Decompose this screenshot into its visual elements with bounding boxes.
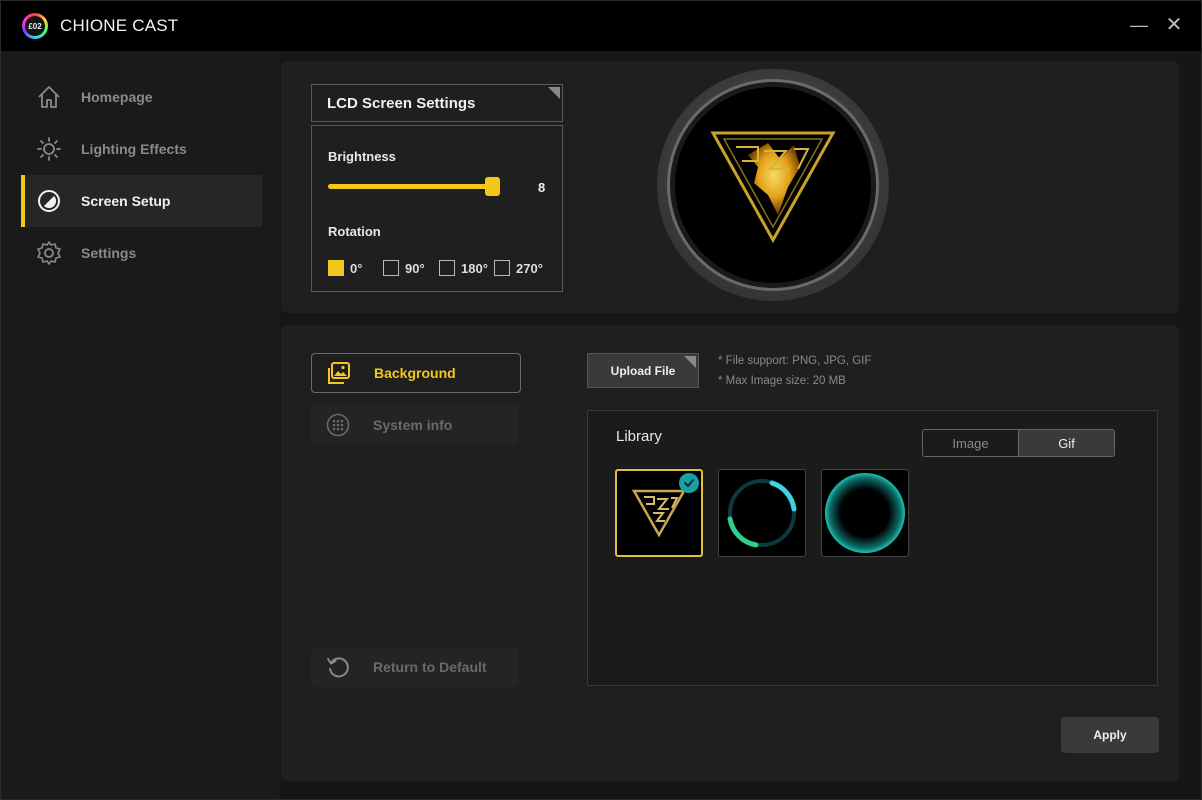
rotation-label: Rotation <box>328 224 381 239</box>
rotation-option-0[interactable]: 0° <box>328 260 362 276</box>
library-thumbnail[interactable] <box>718 469 806 557</box>
sidebar-item-label: Screen Setup <box>81 193 171 209</box>
brightness-slider-thumb[interactable] <box>485 177 501 196</box>
lcd-settings-panel: LCD Screen Settings Brightness 8 Rotatio… <box>281 61 1179 313</box>
lcd-preview-screen <box>675 87 871 283</box>
close-button[interactable]: ✕ <box>1162 13 1186 37</box>
corner-triangle-icon <box>548 87 560 99</box>
rotation-option-270[interactable]: 270° <box>494 260 543 276</box>
rotation-option-90[interactable]: 90° <box>383 260 425 276</box>
rotation-checkbox[interactable] <box>383 260 399 276</box>
app-logo-icon: £02 <box>22 13 48 39</box>
app-logo-text: £02 <box>25 16 45 36</box>
dots-grid-icon <box>325 412 351 438</box>
sidebar: Homepage Lighting Effects Screen Setup S… <box>1 51 279 799</box>
app-window: £02 CHIONE CAST — ✕ Homepage Lighting Ef… <box>0 0 1202 800</box>
sidebar-item-homepage[interactable]: Homepage <box>21 71 262 123</box>
library-panel: Library Image Gif <box>587 410 1158 686</box>
return-to-default-label: Return to Default <box>373 659 487 675</box>
selected-check-icon <box>679 473 699 493</box>
rotation-checkbox[interactable] <box>494 260 510 276</box>
max-size-note: * Max Image size: 20 MB <box>718 375 846 387</box>
system-info-button-label: System info <box>373 417 453 433</box>
library-thumbnail[interactable] <box>821 469 909 557</box>
sidebar-item-lighting-effects[interactable]: Lighting Effects <box>21 123 262 175</box>
minimize-button[interactable]: — <box>1127 13 1151 37</box>
gear-icon <box>35 239 63 267</box>
sidebar-item-label: Lighting Effects <box>81 141 187 157</box>
image-gallery-icon <box>326 360 352 386</box>
triangle-logo-icon <box>710 131 836 244</box>
rotation-option-label: 180° <box>461 260 488 276</box>
rotation-option-label: 90° <box>405 260 425 276</box>
upload-file-label: Upload File <box>610 363 676 378</box>
rotation-checkbox[interactable] <box>328 260 344 276</box>
brightness-label: Brightness <box>328 149 396 164</box>
cyan-arc-ring-icon <box>727 479 797 548</box>
title-bar: £02 CHIONE CAST — ✕ <box>1 1 1201 51</box>
corner-triangle-icon <box>684 356 696 368</box>
background-button-label: Background <box>374 365 456 381</box>
sidebar-item-label: Settings <box>81 245 137 261</box>
brightness-slider-track[interactable] <box>328 184 496 189</box>
upload-file-button[interactable]: Upload File <box>587 353 699 388</box>
lcd-preview <box>657 69 889 301</box>
media-panel: Background System info Return to Default… <box>281 325 1179 781</box>
lcd-settings-body: Brightness 8 Rotation 0° 90° 180° 270° <box>311 125 563 292</box>
rotation-option-label: 0° <box>350 260 363 276</box>
rotation-option-label: 270° <box>516 260 543 276</box>
app-title: CHIONE CAST <box>60 16 179 35</box>
tab-gif[interactable]: Gif <box>1018 430 1114 456</box>
lcd-preview-ring <box>667 79 879 291</box>
home-icon <box>35 83 63 111</box>
apply-button[interactable]: Apply <box>1061 717 1159 753</box>
lcd-settings-header[interactable]: LCD Screen Settings <box>311 84 563 122</box>
return-to-default-button[interactable]: Return to Default <box>311 647 519 687</box>
rotation-checkbox[interactable] <box>439 260 455 276</box>
sidebar-item-screen-setup[interactable]: Screen Setup <box>21 175 262 227</box>
file-support-note: * File support: PNG, JPG, GIF <box>718 355 872 367</box>
rotation-option-180[interactable]: 180° <box>439 260 488 276</box>
triangle-logo-icon <box>631 489 687 538</box>
library-type-toggle: Image Gif <box>922 429 1115 457</box>
teal-glow-ring-icon <box>825 473 905 553</box>
library-thumbnail[interactable] <box>615 469 703 557</box>
system-info-button[interactable]: System info <box>311 405 519 445</box>
background-button[interactable]: Background <box>311 353 521 393</box>
lcd-settings-title: LCD Screen Settings <box>327 94 476 112</box>
brightness-value: 8 <box>538 180 546 195</box>
sun-icon <box>35 135 63 163</box>
sidebar-item-label: Homepage <box>81 89 153 105</box>
brightness-slider-fill <box>328 184 493 189</box>
screen-icon <box>35 187 63 215</box>
reset-icon <box>325 654 351 680</box>
library-title: Library <box>616 428 662 445</box>
tab-image[interactable]: Image <box>923 430 1018 456</box>
sidebar-item-settings[interactable]: Settings <box>21 227 262 279</box>
